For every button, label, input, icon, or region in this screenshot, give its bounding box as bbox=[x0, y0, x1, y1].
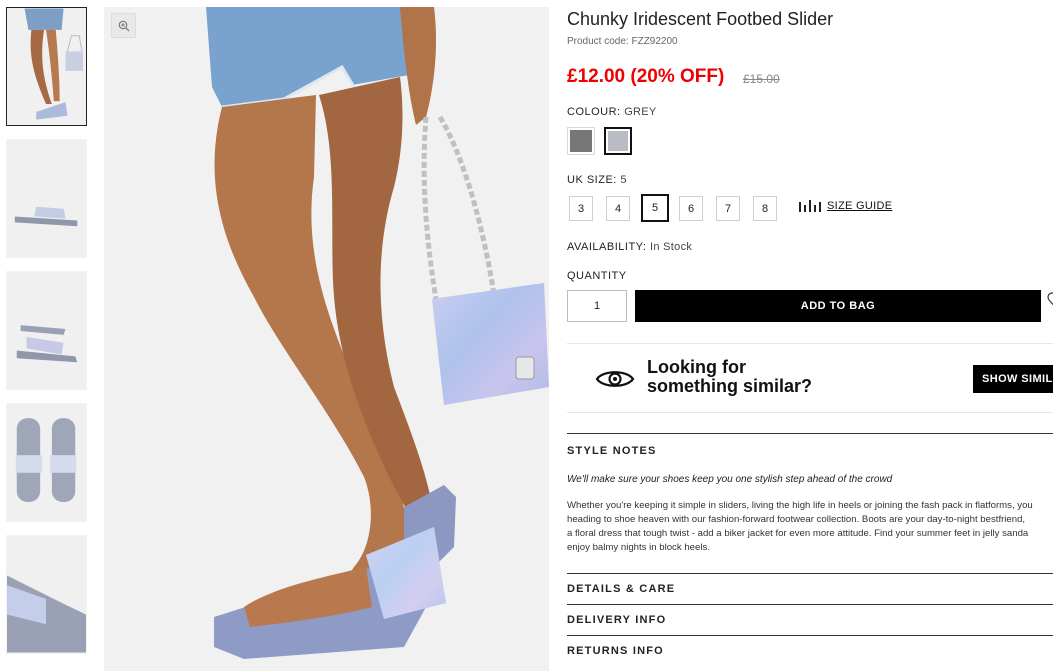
size-label-text: UK SIZE: bbox=[567, 174, 617, 186]
availability-value: In Stock bbox=[650, 241, 693, 253]
thumbnail-list bbox=[6, 7, 88, 667]
thumbnail-1-image bbox=[7, 8, 86, 125]
add-to-bag-button[interactable]: ADD TO BAG bbox=[635, 290, 1041, 322]
size-option-4[interactable]: 4 bbox=[606, 196, 630, 221]
similar-heading: Looking for something similar? bbox=[647, 358, 812, 396]
thumbnail-2[interactable] bbox=[6, 139, 87, 258]
quantity-input[interactable] bbox=[567, 290, 627, 322]
thumbnail-2-image bbox=[7, 140, 86, 257]
colour-label-text: COLOUR: bbox=[567, 106, 621, 118]
size-guide-text: SIZE GUIDE bbox=[827, 200, 893, 212]
description-line-3: a floral dress that tough twist - add a … bbox=[567, 528, 1029, 539]
delivery-info-title: DELIVERY INFO bbox=[567, 614, 667, 626]
delivery-info-section[interactable]: DELIVERY INFO bbox=[567, 604, 1053, 626]
thumbnail-4-image bbox=[7, 404, 86, 521]
size-label: UK SIZE: 5 bbox=[567, 174, 627, 186]
thumbnail-3-image bbox=[7, 272, 86, 389]
size-value: 5 bbox=[620, 174, 627, 186]
description-line-1: Whether you're keeping it simple in slid… bbox=[567, 500, 1033, 511]
show-similar-button[interactable]: SHOW SIMILAR bbox=[973, 365, 1053, 393]
similar-heading-line2: something similar? bbox=[647, 376, 813, 396]
availability-label: AVAILABILITY: In Stock bbox=[567, 241, 692, 253]
thumbnail-5[interactable] bbox=[6, 535, 87, 654]
thumbnail-5-image bbox=[7, 536, 86, 653]
model-photo bbox=[104, 7, 549, 671]
style-notes-title: STYLE NOTES bbox=[567, 445, 657, 457]
size-option-5[interactable]: 5 bbox=[641, 194, 669, 222]
details-care-section[interactable]: DETAILS & CARE bbox=[567, 573, 1053, 595]
size-guide-link[interactable]: SIZE GUIDE bbox=[799, 200, 892, 212]
swatch-grey-fill bbox=[608, 131, 628, 151]
zoom-in-icon bbox=[118, 20, 129, 31]
ruler-icon bbox=[799, 200, 821, 212]
description-line-2: heading to shoe heaven with our fashion-… bbox=[567, 514, 1026, 525]
product-details-panel: Chunky Iridescent Footbed Slider Product… bbox=[567, 0, 1053, 671]
colour-value: GREY bbox=[624, 106, 657, 118]
style-notes-tagline: We'll make sure your shoes keep you one … bbox=[567, 474, 893, 485]
size-option-6[interactable]: 6 bbox=[679, 196, 703, 221]
original-price: £15.00 bbox=[743, 72, 780, 86]
size-option-3[interactable]: 3 bbox=[569, 196, 593, 221]
availability-label-text: AVAILABILITY: bbox=[567, 241, 647, 253]
heart-icon[interactable] bbox=[1047, 292, 1053, 308]
swatch-grey-selected[interactable] bbox=[604, 127, 632, 155]
returns-info-title: RETURNS INFO bbox=[567, 645, 664, 657]
product-code: Product code: FZZ92200 bbox=[567, 36, 678, 47]
sale-price: £12.00 (20% OFF) bbox=[567, 66, 725, 87]
similar-heading-line1: Looking for bbox=[647, 357, 746, 377]
eye-icon bbox=[595, 371, 635, 387]
quantity-label: QUANTITY bbox=[567, 270, 627, 282]
size-option-7[interactable]: 7 bbox=[716, 196, 740, 221]
zoom-button[interactable] bbox=[111, 13, 136, 38]
thumbnail-4[interactable] bbox=[6, 403, 87, 522]
style-notes-description: Whether you're keeping it simple in slid… bbox=[567, 499, 1053, 555]
thumbnail-1[interactable] bbox=[6, 7, 87, 126]
find-similar-banner: Looking for something similar? SHOW SIMI… bbox=[567, 343, 1053, 413]
main-product-image[interactable] bbox=[104, 7, 549, 671]
product-title: Chunky Iridescent Footbed Slider bbox=[567, 9, 834, 29]
thumbnail-3[interactable] bbox=[6, 271, 87, 390]
style-notes-section[interactable]: STYLE NOTES bbox=[567, 433, 1053, 457]
details-care-title: DETAILS & CARE bbox=[567, 583, 676, 595]
colour-label: COLOUR: GREY bbox=[567, 106, 657, 118]
swatch-dark-grey[interactable] bbox=[567, 127, 595, 155]
description-line-4: enjoy balmy nights in block heels. bbox=[567, 542, 710, 553]
size-option-8[interactable]: 8 bbox=[753, 196, 777, 221]
swatch-dark-grey-fill bbox=[570, 130, 592, 152]
returns-info-section[interactable]: RETURNS INFO bbox=[567, 635, 1053, 657]
